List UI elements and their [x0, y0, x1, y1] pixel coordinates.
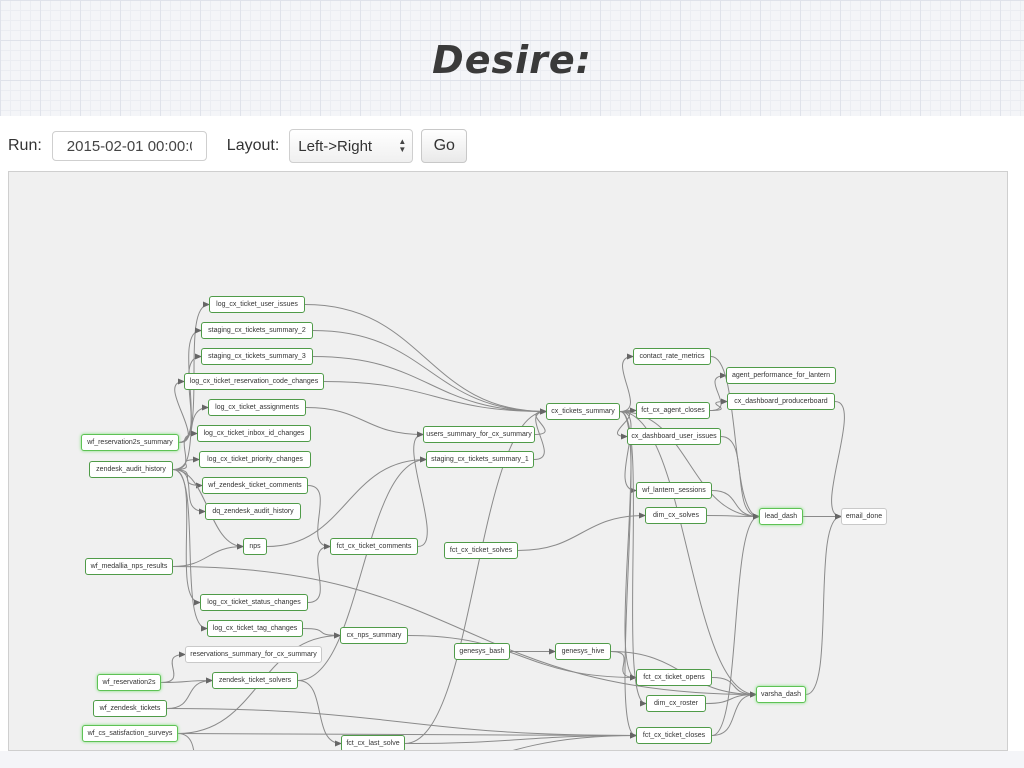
dag-nodes: log_cx_ticket_user_issues staging_cx_tick… — [9, 172, 1007, 750]
select-arrows-icon: ▲ ▼ — [398, 137, 407, 154]
dag-task-node[interactable]: cx_dashboard_producerboard — [727, 393, 835, 410]
dag-task-node[interactable]: log_cx_ticket_assignments — [208, 399, 306, 416]
dag-task-node[interactable]: genesys_bash — [454, 643, 510, 660]
dag-task-node[interactable]: varsha_dash — [756, 686, 806, 703]
dag-task-node[interactable]: dim_cx_roster — [646, 695, 706, 712]
dag-task-node[interactable]: wf_medallia_nps_results — [85, 558, 173, 575]
dag-task-node[interactable]: reservations_summary_for_cx_summary — [185, 646, 322, 663]
dag-task-node[interactable]: agent_performance_for_lantern — [726, 367, 836, 384]
dag-task-node[interactable]: genesys_hive — [555, 643, 611, 660]
dag-task-node[interactable]: log_cx_ticket_inbox_id_changes — [197, 425, 311, 442]
dag-graph-panel[interactable]: log_cx_ticket_user_issues staging_cx_tick… — [8, 171, 1008, 751]
dag-task-node[interactable]: staging_cx_tickets_summary_2 — [201, 322, 313, 339]
dag-task-node[interactable]: fct_cx_ticket_opens — [636, 669, 712, 686]
dag-task-node[interactable]: fct_cx_ticket_comments — [330, 538, 418, 555]
slide-title: Desire: — [432, 38, 592, 82]
layout-select[interactable]: Left->Right ▲ ▼ — [289, 129, 414, 163]
layout-label: Layout: — [226, 137, 280, 154]
dag-task-node[interactable]: dim_cx_solves — [645, 507, 707, 524]
dag-task-node[interactable]: log_cx_ticket_status_changes — [200, 594, 308, 611]
dag-task-node[interactable]: wf_zendesk_ticket_comments — [202, 477, 308, 494]
dag-task-node[interactable]: staging_cx_tickets_summary_1 — [426, 451, 534, 468]
graph-toolbar: Run: Layout: Left->Right ▲▼ Go — [8, 126, 1008, 166]
layout-select-value: Left->Right — [298, 137, 373, 155]
go-button[interactable]: Go — [421, 129, 468, 163]
dag-task-node[interactable]: email_done — [841, 508, 887, 525]
dag-task-node[interactable]: staging_cx_tickets_summary_3 — [201, 348, 313, 365]
dag-task-node[interactable]: zendesk_audit_history — [89, 461, 173, 478]
dag-task-node[interactable]: fct_cx_ticket_solves — [444, 542, 518, 559]
dag-task-node[interactable]: cx_dashboard_user_issues — [627, 428, 721, 445]
run-label: Run: — [8, 137, 42, 154]
dag-task-node[interactable]: fct_cx_last_solve — [341, 735, 405, 750]
dag-task-node[interactable]: zendesk_ticket_solvers — [212, 672, 298, 689]
dag-task-node[interactable]: nps — [243, 538, 267, 555]
dag-task-node[interactable]: wf_cs_satisfaction_surveys — [82, 725, 178, 742]
dag-task-node[interactable]: log_cx_ticket_reservation_code_changes — [184, 373, 324, 390]
dag-task-node[interactable]: cx_nps_summary — [340, 627, 408, 644]
dag-task-node[interactable]: wf_zendesk_tickets — [93, 700, 167, 717]
airflow-graph-view: Run: Layout: Left->Right ▲▼ Go log_cx_ti… — [0, 116, 1024, 751]
dag-task-node[interactable]: dq_zendesk_audit_history — [205, 503, 301, 520]
dag-task-node[interactable]: log_cx_ticket_priority_changes — [199, 451, 311, 468]
dag-task-node[interactable]: log_cx_ticket_user_issues — [209, 296, 305, 313]
run-date-input[interactable] — [51, 131, 207, 161]
dag-task-node[interactable]: wf_lantern_sessions — [636, 482, 712, 499]
dag-task-node[interactable]: cx_tickets_summary — [546, 403, 620, 420]
dag-task-node[interactable]: lead_dash — [759, 508, 803, 525]
dag-task-node[interactable]: contact_rate_metrics — [633, 348, 711, 365]
dag-task-node[interactable]: wf_reservation2s — [97, 674, 161, 691]
dag-task-node[interactable]: fct_cx_agent_closes — [636, 402, 710, 419]
dag-task-node[interactable]: wf_reservation2s_summary — [81, 434, 179, 451]
dag-task-node[interactable]: users_summary_for_cx_summary — [423, 426, 535, 443]
dag-task-node[interactable]: fct_cx_ticket_closes — [636, 727, 712, 744]
slide-footer-strip — [0, 751, 1024, 768]
dag-task-node[interactable]: log_cx_ticket_tag_changes — [207, 620, 303, 637]
